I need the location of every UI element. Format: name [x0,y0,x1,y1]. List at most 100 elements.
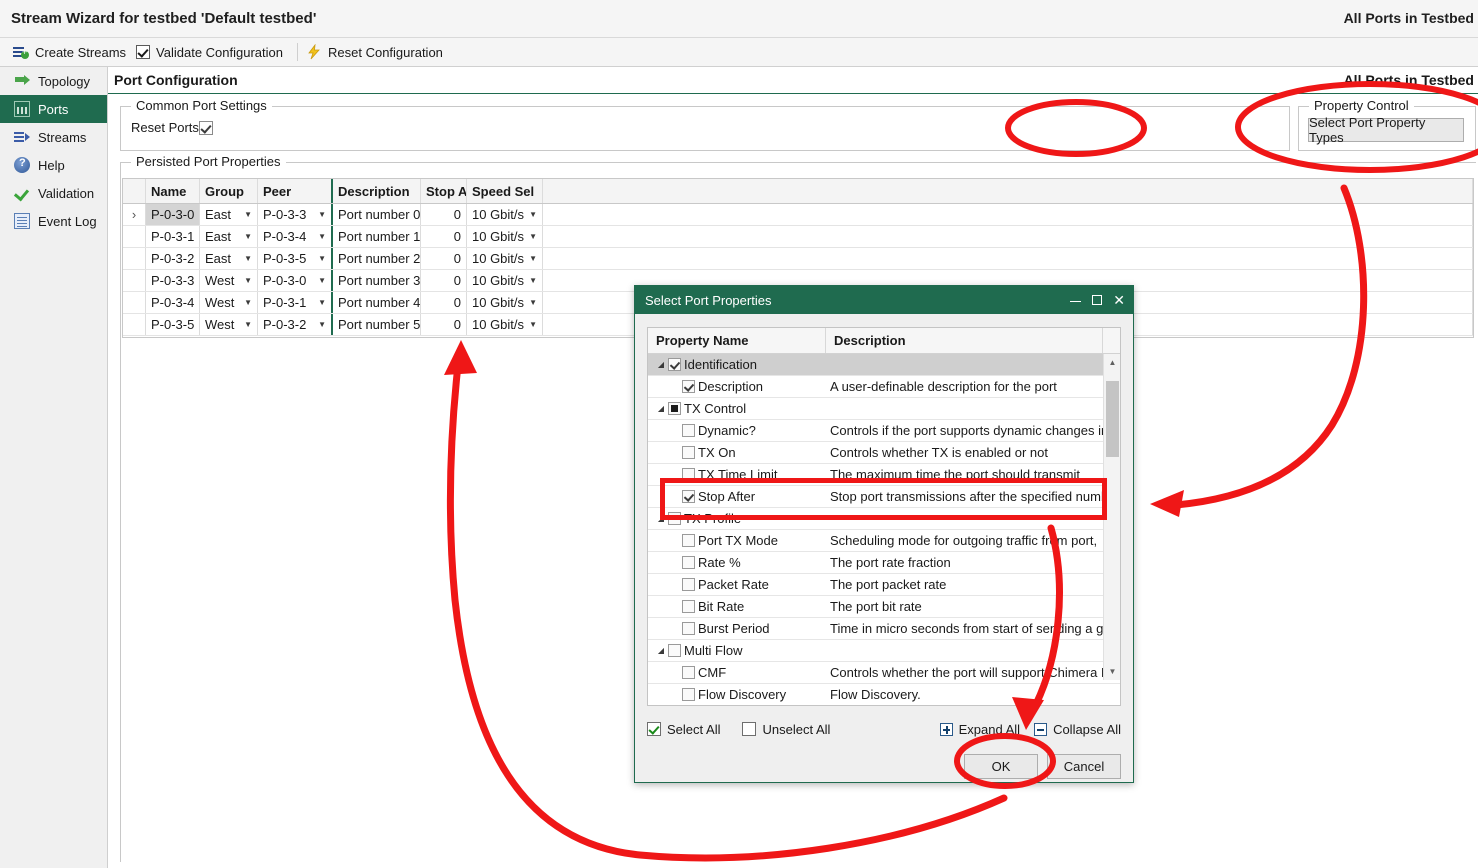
sidebar-item-streams[interactable]: Streams [0,123,107,151]
header-name[interactable]: Name [146,179,200,203]
sidebar-item-validation[interactable]: Validation [0,179,107,207]
scroll-up-icon[interactable]: ▲ [1104,354,1120,371]
list-item[interactable]: Packet Rate The port packet rate [648,574,1120,596]
checkbox-icon[interactable] [682,380,695,393]
checkbox-icon[interactable] [682,446,695,459]
minimize-icon[interactable] [1070,293,1082,307]
select-port-property-types-button[interactable]: Select Port Property Types [1308,115,1464,145]
cell-stop-after[interactable]: 0 [421,226,467,247]
checkbox-icon[interactable] [682,666,695,679]
cell-group[interactable]: East ▼ [200,204,258,225]
cell-group[interactable]: West ▼ [200,270,258,291]
checkbox-icon[interactable] [682,424,695,437]
checkbox-checked-icon[interactable] [647,722,661,736]
list-item[interactable]: Description A user-definable description… [648,376,1120,398]
ok-button[interactable]: OK [964,754,1038,779]
toolbar-create-streams[interactable]: Create Streams [11,40,134,64]
cell-description[interactable]: Port number 4 [333,292,421,313]
cell-peer[interactable]: P-0-3-1 ▼ [258,292,333,313]
sidebar-item-help[interactable]: Help [0,151,107,179]
cell-description[interactable]: Port number 5 [333,314,421,335]
cell-speed[interactable]: 10 Gbit/s ▼ [467,204,543,225]
cell-speed[interactable]: 10 Gbit/s ▼ [467,248,543,269]
list-item[interactable]: ◢ TX Control [648,398,1120,420]
list-item[interactable]: Dynamic? Controls if the port supports d… [648,420,1120,442]
cell-peer[interactable]: P-0-3-0 ▼ [258,270,333,291]
cell-group[interactable]: West ▼ [200,314,258,335]
list-item[interactable]: Bit Rate The port bit rate [648,596,1120,618]
scrollbar-thumb[interactable] [1106,381,1119,457]
scroll-down-icon[interactable]: ▼ [1104,663,1120,680]
header-description[interactable]: Description [333,179,421,203]
sidebar-item-topology[interactable]: Topology [0,67,107,95]
row-expander[interactable] [123,248,146,269]
select-all-control[interactable]: Select All [647,722,720,737]
cell-description[interactable]: Port number 0 [333,204,421,225]
cell-speed[interactable]: 10 Gbit/s ▼ [467,226,543,247]
table-row[interactable]: P-0-3-2 East ▼ P-0-3-5 ▼ Port number 2 0 1… [123,248,1473,270]
row-expander[interactable]: › [123,204,146,225]
toolbar-validate-configuration[interactable]: Validate Configuration [134,40,291,64]
unselect-all-control[interactable]: Unselect All [742,722,830,737]
checkbox-icon[interactable] [682,534,695,547]
cell-speed[interactable]: 10 Gbit/s ▼ [467,314,543,335]
cell-stop-after[interactable]: 0 [421,292,467,313]
cell-speed[interactable]: 10 Gbit/s ▼ [467,292,543,313]
checkbox-icon[interactable] [682,556,695,569]
checkbox-icon[interactable] [682,688,695,701]
close-icon[interactable]: ✕ [1113,293,1125,307]
checkbox-icon[interactable] [682,600,695,613]
table-row[interactable]: P-0-3-1 East ▼ P-0-3-4 ▼ Port number 1 0 1… [123,226,1473,248]
row-expander[interactable] [123,314,146,335]
row-expander[interactable] [123,226,146,247]
cell-speed[interactable]: 10 Gbit/s ▼ [467,270,543,291]
table-row[interactable]: › P-0-3-0 East ▼ P-0-3-3 ▼ Port number 0 0… [123,204,1473,226]
list-item[interactable]: ◢ Identification [648,354,1120,376]
cell-peer[interactable]: P-0-3-2 ▼ [258,314,333,335]
list-item[interactable]: Burst Period Time in micro seconds from … [648,618,1120,640]
maximize-icon[interactable] [1092,293,1103,307]
cell-stop-after[interactable]: 0 [421,270,467,291]
checkbox-icon[interactable] [668,402,681,415]
header-speed-sel[interactable]: Speed Sel [467,179,543,203]
cell-group[interactable]: East ▼ [200,226,258,247]
chevron-down-icon: ▼ [244,298,252,307]
header-group[interactable]: Group [200,179,258,203]
header-stop-after[interactable]: Stop Af [421,179,467,203]
checkbox-icon[interactable] [682,578,695,591]
cell-group[interactable]: East ▼ [200,248,258,269]
cell-peer[interactable]: P-0-3-3 ▼ [258,204,333,225]
list-item[interactable]: Port TX Mode Scheduling mode for outgoin… [648,530,1120,552]
row-expander[interactable] [123,270,146,291]
reset-ports-checkbox[interactable] [199,121,213,135]
triangle-expand-icon[interactable]: ◢ [654,404,668,413]
list-item[interactable]: TX On Controls whether TX is enabled or … [648,442,1120,464]
checkbox-icon[interactable] [668,644,681,657]
cell-description[interactable]: Port number 1 [333,226,421,247]
checkbox-icon[interactable] [682,622,695,635]
triangle-expand-icon[interactable]: ◢ [654,646,668,655]
cell-peer[interactable]: P-0-3-5 ▼ [258,248,333,269]
list-item[interactable]: ◢ Multi Flow [648,640,1120,662]
cell-stop-after[interactable]: 0 [421,248,467,269]
cell-group[interactable]: West ▼ [200,292,258,313]
triangle-expand-icon[interactable]: ◢ [654,360,668,369]
row-expander[interactable] [123,292,146,313]
header-peer[interactable]: Peer [258,179,333,203]
cell-description[interactable]: Port number 2 [333,248,421,269]
sidebar-item-event-log[interactable]: Event Log [0,207,107,235]
cell-stop-after[interactable]: 0 [421,314,467,335]
toolbar-reset-configuration[interactable]: Reset Configuration [304,40,451,64]
cancel-button[interactable]: Cancel [1047,754,1121,779]
sidebar-item-ports[interactable]: Ports [0,95,107,123]
cell-stop-after[interactable]: 0 [421,204,467,225]
checkbox-icon[interactable] [668,358,681,371]
collapse-all-control[interactable]: Collapse All [1034,722,1121,737]
list-item[interactable]: CMF Controls whether the port will suppo… [648,662,1120,684]
list-item[interactable]: Flow Discovery Flow Discovery. [648,684,1120,705]
expand-all-control[interactable]: Expand All [939,722,1020,737]
checkbox-unchecked-icon[interactable] [742,722,757,736]
cell-description[interactable]: Port number 3 [333,270,421,291]
cell-peer[interactable]: P-0-3-4 ▼ [258,226,333,247]
list-item[interactable]: Rate % The port rate fraction [648,552,1120,574]
